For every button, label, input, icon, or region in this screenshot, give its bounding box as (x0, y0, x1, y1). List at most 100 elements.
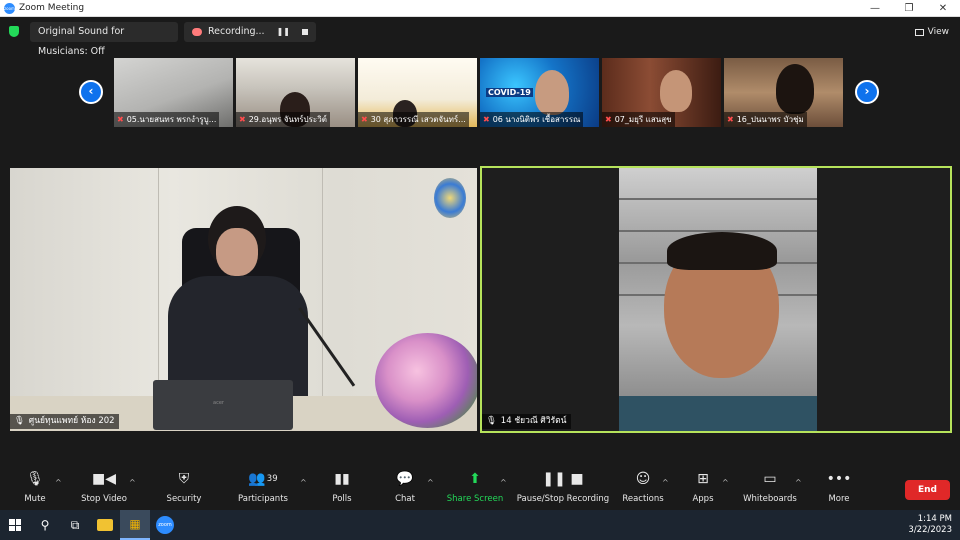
active-speaker-video (619, 168, 817, 431)
main-video-tile-right-active[interactable]: 🎙 14 ชัยวณี ศิวิรัตน์ (480, 166, 952, 433)
shield-icon: ⛨ (178, 471, 190, 487)
reactions-button[interactable]: ☺ Reactions (622, 470, 664, 508)
muted-mic-icon: ✖ (239, 115, 246, 124)
share-options-chevron-icon[interactable]: ^ (500, 478, 507, 487)
grid-view-icon (914, 28, 924, 36)
apps-grid-icon: ⊞ (697, 471, 709, 487)
reactions-options-chevron-icon[interactable]: ^ (662, 478, 669, 487)
whiteboards-button[interactable]: ▭ Whiteboards (742, 470, 798, 508)
laptop-brand: acer (213, 400, 224, 406)
start-button[interactable] (0, 510, 30, 540)
folder-icon (97, 519, 113, 531)
pause-recording-icon[interactable]: ❚❚ (277, 22, 290, 42)
participants-options-chevron-icon[interactable]: ^ (300, 478, 307, 487)
search-button[interactable]: ⚲ (30, 510, 60, 540)
apps-options-chevron-icon[interactable]: ^ (722, 478, 729, 487)
muted-mic-icon: ✖ (483, 115, 490, 124)
taskbar-app-button[interactable]: ▦ (120, 510, 150, 540)
recording-label: Recording... (208, 26, 265, 37)
speaker-face-shape (216, 228, 258, 276)
participant-thumbnail[interactable]: ✖ 05.นายสนทร พรกงำรูบู... (114, 58, 233, 127)
roof-line (619, 198, 817, 200)
main-video-tile-left[interactable]: acer 🎙 ศูนย์ทุนแพทย์ ห้อง 202 (10, 168, 477, 431)
audio-options-chevron-icon[interactable]: ^ (55, 478, 62, 487)
wall-panel-line (322, 168, 323, 398)
thumbnail-name-tag: ✖ 30 สุภาวรรณี เสวตจันทร์... (358, 112, 469, 127)
prev-page-arrow-icon[interactable]: ‹ (79, 80, 103, 104)
chat-button[interactable]: 💬 Chat (390, 470, 420, 508)
windows-taskbar: ⚲ ⧉ ▦ zoom 1:14 PM 3/22/2023 (0, 510, 960, 540)
muted-mic-icon: ✖ (727, 115, 734, 124)
participant-video-shape (660, 70, 692, 112)
thumbnail-name-tag: ✖ 07_มยุรี แสนสุข (602, 112, 675, 127)
next-page-arrow-icon[interactable]: › (855, 80, 879, 104)
window-titlebar: zoom Zoom Meeting — ❐ ✕ (0, 0, 960, 17)
muted-mic-icon: ✖ (361, 115, 368, 124)
meeting-toolbar: 🎙 Mute ^ ■◀ Stop Video ^ ⛨ Security 👥39 … (0, 466, 960, 510)
pause-stop-recording-button[interactable]: ❚❚ ■ Pause/Stop Recording (516, 470, 610, 508)
participants-button[interactable]: 👥39 Participants (236, 470, 290, 508)
zoom-logo-icon: zoom (4, 2, 15, 14)
share-screen-icon: ⬆ (469, 471, 481, 487)
mic-icon: 🎙 (14, 416, 25, 426)
stop-video-button[interactable]: ■◀ Stop Video (78, 470, 130, 508)
video-camera-icon: ■◀ (92, 471, 116, 487)
muted-mic-icon: ✖ (117, 115, 124, 124)
mic-icon: 🎙 (486, 416, 497, 426)
microphone-icon: 🎙 (26, 471, 44, 487)
close-button[interactable]: ✕ (926, 0, 960, 17)
emblem-logo-icon (434, 178, 466, 218)
video-options-chevron-icon[interactable]: ^ (129, 478, 136, 487)
participant-thumbnail[interactable]: COVID-19 ✖ 06 นางนิติพร เชื้อสารรณ (480, 58, 599, 127)
view-button[interactable]: View (914, 22, 949, 42)
pause-stop-icon: ❚❚ ■ (542, 471, 584, 487)
thumbnail-name-tag: ✖ 16_ปนนาพร บัวชุ่ม (724, 112, 807, 127)
main-tile-name-tag: 🎙 ศูนย์ทุนแพทย์ ห้อง 202 (10, 414, 119, 429)
windows-logo-icon (9, 519, 21, 531)
thumbnail-name-tag: ✖ 06 นางนิติพร เชื้อสารรณ (480, 112, 584, 127)
task-view-icon: ⧉ (70, 517, 80, 532)
ellipsis-icon: ••• (826, 471, 852, 487)
end-meeting-button[interactable]: End (905, 480, 950, 500)
speaker-shirt-shape (619, 396, 817, 431)
apps-button[interactable]: ⊞ Apps (688, 470, 718, 508)
gallery-strip: ‹ ✖ 05.นายสนทร พรกงำรูบู... ✖ 29.อนุพร จัน… (0, 58, 960, 127)
chat-options-chevron-icon[interactable]: ^ (427, 478, 434, 487)
window-title: Zoom Meeting (19, 3, 85, 13)
participant-thumbnail[interactable]: ✖ 30 สุภาวรรณี เสวตจันทร์... (358, 58, 477, 127)
clock-date: 3/22/2023 (908, 525, 952, 535)
stop-recording-icon[interactable] (301, 29, 308, 35)
share-screen-button[interactable]: ⬆ Share Screen (446, 470, 504, 508)
system-clock[interactable]: 1:14 PM 3/22/2023 (908, 510, 952, 540)
minimize-button[interactable]: — (858, 0, 892, 17)
zoom-taskbar-button[interactable]: zoom (150, 510, 180, 540)
wall-panel-line (158, 168, 159, 398)
window-controls: — ❐ ✕ (858, 0, 960, 17)
participant-video-shape (535, 70, 569, 115)
laptop-shape: acer (153, 380, 293, 430)
file-explorer-button[interactable] (90, 510, 120, 540)
security-button[interactable]: ⛨ Security (164, 470, 204, 508)
task-view-button[interactable]: ⧉ (60, 510, 90, 540)
whiteboards-options-chevron-icon[interactable]: ^ (795, 478, 802, 487)
participant-thumbnail[interactable]: ✖ 29.อนุพร จันทร์ประวิต์ (236, 58, 355, 127)
polls-button[interactable]: ▮▮ Polls (326, 470, 358, 508)
bar-chart-icon: ▮▮ (334, 471, 350, 487)
encryption-shield-icon[interactable] (9, 26, 19, 37)
clock-time: 1:14 PM (917, 514, 952, 524)
more-button[interactable]: ••• More (824, 470, 854, 508)
participant-video-shape (776, 64, 814, 114)
original-sound-indicator[interactable]: Original Sound for Musicians: Off (30, 22, 178, 57)
whiteboard-icon: ▭ (763, 471, 777, 487)
flower-bouquet-shape (375, 333, 477, 428)
covid-background-label: COVID-19 (486, 88, 533, 97)
participant-thumbnail[interactable]: ✖ 07_มยุรี แสนสุข (602, 58, 721, 127)
speaker-figure (160, 206, 310, 406)
main-tile-name-tag: 🎙 14 ชัยวณี ศิวิรัตน์ (482, 414, 571, 429)
cloud-record-icon (192, 28, 202, 36)
restore-button[interactable]: ❐ (892, 0, 926, 17)
zoom-app-icon: zoom (156, 516, 174, 534)
speaker-hair-shape (667, 232, 777, 270)
mute-button[interactable]: 🎙 Mute (18, 470, 52, 508)
participant-thumbnail[interactable]: ✖ 16_ปนนาพร บัวชุ่ม (724, 58, 843, 127)
